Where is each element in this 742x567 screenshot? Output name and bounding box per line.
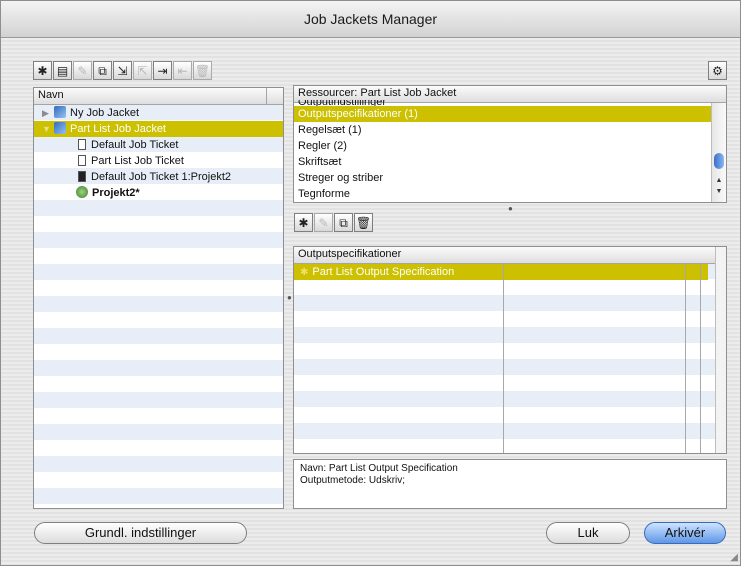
tree-item-label: Projekt2*: [92, 187, 140, 199]
tree-header[interactable]: Navn: [34, 88, 283, 105]
job-ticket-icon: [78, 155, 86, 166]
export-icon[interactable]: ⇱: [133, 61, 152, 80]
new-ticket-icon[interactable]: ▤: [53, 61, 72, 80]
tree-item-label: Default Job Ticket 1:Projekt2: [91, 171, 232, 183]
title-bar[interactable]: Job Jackets Manager: [1, 1, 740, 38]
edit-icon[interactable]: ✎: [73, 61, 92, 80]
scroll-up-arrow-icon[interactable]: ▲: [712, 175, 726, 186]
info-method-line: Outputmetode: Udskriv;: [300, 475, 406, 486]
tree-item-default-job-ticket[interactable]: Default Job Ticket: [34, 137, 283, 153]
job-jacket-icon: [54, 106, 66, 118]
close-button[interactable]: Luk: [546, 522, 630, 544]
tree-item-default-job-ticket-projekt2[interactable]: Default Job Ticket 1:Projekt2: [34, 169, 283, 185]
output-spec-label: Part List Output Specification: [312, 266, 455, 278]
output-spec-icon: ✱: [300, 267, 309, 278]
tree-header-corner: [266, 88, 283, 104]
tree-item-label: Part List Job Ticket: [91, 155, 184, 167]
resize-grip-icon[interactable]: ◢: [730, 552, 738, 563]
resource-outputspecifikationer[interactable]: Outputspecifikationer (1): [294, 106, 711, 122]
defaults-button[interactable]: Grundl. indstillinger: [34, 522, 247, 544]
disclosure-triangle-icon[interactable]: ▼: [42, 121, 54, 137]
resource-regelsaet[interactable]: Regelsæt (1): [294, 122, 711, 138]
resources-list: Ressourcer: Part List Job Jacket Outputi…: [293, 85, 727, 203]
new-icon[interactable]: ✱: [294, 213, 313, 232]
trash-icon[interactable]: 🗑: [354, 213, 373, 232]
import-icon[interactable]: ⇲: [113, 61, 132, 80]
output-spec-scrollbar[interactable]: [715, 247, 726, 453]
disclosure-triangle-icon[interactable]: ▶: [42, 105, 54, 121]
duplicate-icon[interactable]: ⧉: [93, 61, 112, 80]
project-icon: [76, 186, 88, 198]
resource-streger-og-striber[interactable]: Streger og striber: [294, 170, 711, 186]
info-name-line: Navn: Part List Output Specification: [300, 463, 458, 474]
column-divider: [685, 264, 686, 453]
output-spec-header[interactable]: Outputspecifikationer: [294, 247, 726, 264]
resource-skriftsaet[interactable]: Skriftsæt: [294, 154, 711, 170]
resource-regler[interactable]: Regler (2): [294, 138, 711, 154]
edit-icon[interactable]: ✎: [314, 213, 333, 232]
column-divider: [503, 264, 504, 453]
tree-item-part-list-job-jacket[interactable]: ▼ Part List Job Jacket: [34, 121, 283, 137]
detail-toolbar: ✱ ✎ ⧉ 🗑: [294, 213, 373, 233]
left-toolbar: ✱ ▤ ✎ ⧉ ⇲ ⇱ ⇥ ⇤ 🗑: [33, 61, 212, 81]
tree-item-ny-job-jacket[interactable]: ▶ Ny Job Jacket: [34, 105, 283, 121]
job-jackets-manager-window: Job Jackets Manager ✱ ▤ ✎ ⧉ ⇲ ⇱ ⇥ ⇤ 🗑 ⚙ …: [0, 0, 741, 566]
resources-scrollbar[interactable]: ▲ ▼: [711, 103, 726, 202]
link-in-icon[interactable]: ⇥: [153, 61, 172, 80]
job-ticket-icon: [78, 139, 86, 150]
duplicate-icon[interactable]: ⧉: [334, 213, 353, 232]
tree-item-label: Part List Job Jacket: [70, 123, 166, 135]
tree-item-label: Default Job Ticket: [91, 139, 179, 151]
link-out-icon[interactable]: ⇤: [173, 61, 192, 80]
tree-item-part-list-job-ticket[interactable]: Part List Job Ticket: [34, 153, 283, 169]
column-divider: [700, 264, 701, 453]
info-panel: Navn: Part List Output Specification Out…: [293, 459, 727, 509]
new-jacket-icon[interactable]: ✱: [33, 61, 52, 80]
resource-tegnforme[interactable]: Tegnforme: [294, 186, 711, 202]
trash-icon[interactable]: 🗑: [193, 61, 212, 80]
tree-item-projekt2[interactable]: Projekt2*: [34, 185, 283, 201]
vertical-splitter-handle[interactable]: ●: [287, 293, 292, 302]
job-jacket-icon: [54, 122, 66, 134]
output-spec-item[interactable]: ✱ Part List Output Specification: [294, 264, 708, 280]
scrollbar-thumb[interactable]: [714, 153, 724, 169]
output-spec-list: Outputspecifikationer ✱ Part List Output …: [293, 246, 727, 454]
scroll-down-arrow-icon[interactable]: ▼: [712, 186, 726, 197]
tree-item-label: Ny Job Jacket: [70, 107, 140, 119]
save-button[interactable]: Arkivér: [644, 522, 726, 544]
linked-job-ticket-icon: [78, 171, 86, 182]
horizontal-splitter-handle[interactable]: ●: [508, 204, 513, 213]
window-title: Job Jackets Manager: [303, 11, 438, 27]
job-jacket-tree: Navn ▶ Ny Job Jacket ▼ Part List Job Jacke…: [33, 87, 284, 509]
settings-icon[interactable]: ⚙: [708, 61, 727, 80]
